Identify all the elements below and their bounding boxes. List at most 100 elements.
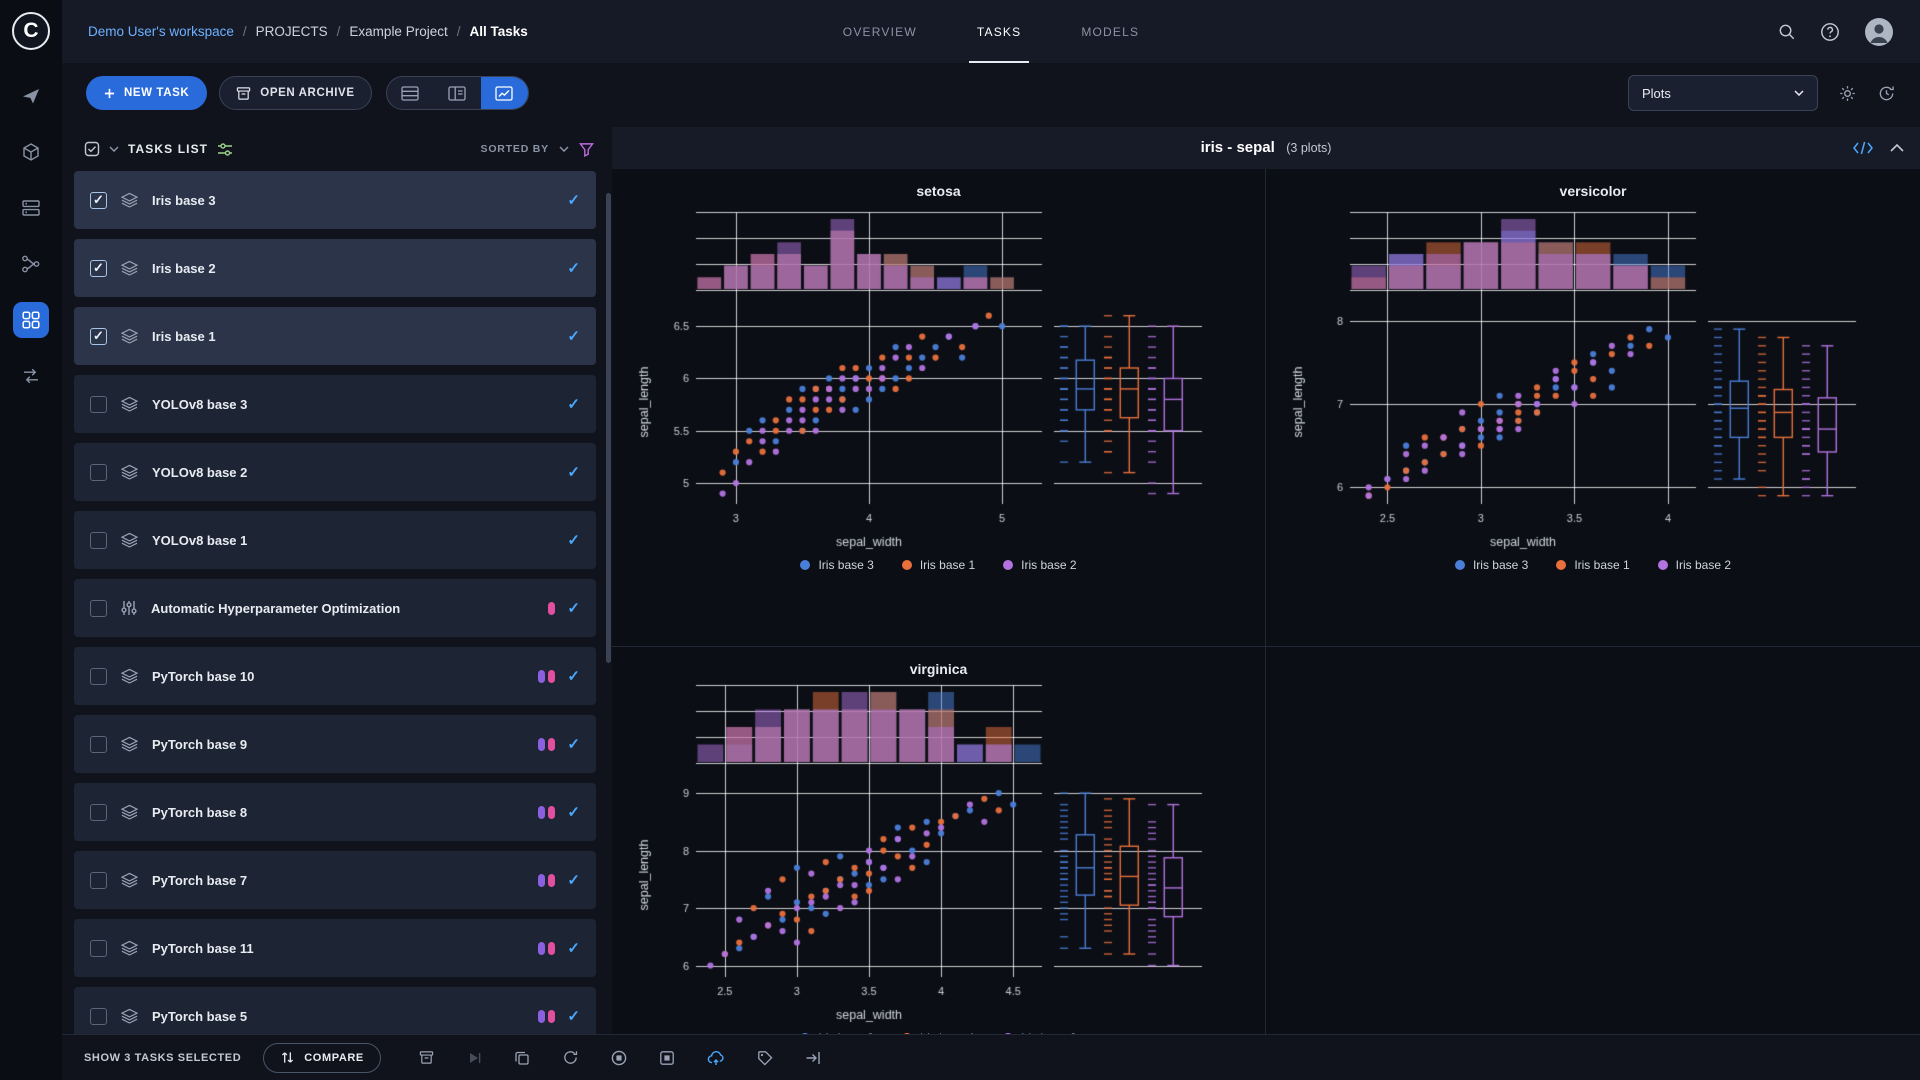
task-checkbox[interactable]: [90, 260, 107, 277]
task-checkbox[interactable]: [90, 668, 107, 685]
filter-settings-icon[interactable]: [217, 142, 233, 157]
legend-item[interactable]: Iris base 3: [800, 558, 873, 572]
avatar[interactable]: [1864, 17, 1894, 47]
move-to-project-icon[interactable]: [805, 1050, 821, 1066]
plot-canvas-versicolor[interactable]: [1288, 204, 1898, 556]
chart-view-button[interactable]: [481, 77, 528, 109]
task-row[interactable]: PyTorch base 7✓: [74, 851, 596, 909]
task-row[interactable]: PyTorch base 11✓: [74, 919, 596, 977]
tags-icon[interactable]: [757, 1050, 773, 1066]
breadcrumb-separator: /: [337, 24, 341, 39]
sidebar-item-orchestration[interactable]: [13, 358, 49, 394]
legend-label: Iris base 3: [1473, 558, 1528, 572]
sidebar-item-pipelines[interactable]: [13, 246, 49, 282]
tab-overview[interactable]: OVERVIEW: [813, 0, 947, 63]
search-icon[interactable]: [1777, 22, 1796, 41]
run-icon[interactable]: [466, 1050, 482, 1066]
plot-canvas-virginica[interactable]: [634, 677, 1244, 1029]
reset-icon[interactable]: [562, 1049, 579, 1066]
task-checkbox[interactable]: [90, 1008, 107, 1025]
abort-icon[interactable]: [611, 1050, 627, 1066]
legend-item[interactable]: Iris base 1: [1556, 558, 1629, 572]
view-toggle: [386, 76, 529, 110]
open-archive-button[interactable]: OPEN ARCHIVE: [219, 76, 371, 110]
experiment-icon: [121, 872, 138, 888]
breadcrumb-item[interactable]: Example Project: [349, 24, 447, 39]
experiment-icon: [121, 260, 138, 276]
nav-rail: C: [0, 0, 62, 1080]
legend-dot: [1658, 560, 1668, 570]
settings-gear-icon[interactable]: [1838, 84, 1857, 103]
task-checkbox[interactable]: [90, 600, 107, 617]
tag-dot-pink: [548, 874, 555, 887]
scrollbar[interactable]: [606, 193, 611, 663]
task-row[interactable]: Iris base 3✓: [74, 171, 596, 229]
clearml-logo[interactable]: C: [12, 12, 50, 50]
selected-count-label[interactable]: SHOW 3 TASKS SELECTED: [84, 1052, 241, 1064]
completed-status-icon: ✓: [567, 327, 580, 345]
legend-label: Iris base 1: [1574, 558, 1629, 572]
sidebar-item-launch[interactable]: [13, 78, 49, 114]
archive-icon[interactable]: [419, 1050, 434, 1065]
completed-status-icon: ✓: [567, 259, 580, 277]
legend-dot: [1556, 560, 1566, 570]
legend-item[interactable]: Iris base 3: [1455, 558, 1528, 572]
completed-status-icon: ✓: [567, 667, 580, 685]
chart-view-icon: [495, 86, 513, 101]
task-checkbox[interactable]: [90, 872, 107, 889]
legend-label: Iris base 1: [920, 558, 975, 572]
sidebar-item-datasets[interactable]: [13, 190, 49, 226]
auto-refresh-icon[interactable]: [1877, 84, 1896, 103]
applications-icon: [21, 310, 41, 330]
sidebar-item-projects[interactable]: [13, 134, 49, 170]
chevron-down-icon[interactable]: [109, 146, 119, 152]
task-checkbox[interactable]: [90, 396, 107, 413]
task-row[interactable]: PyTorch base 10✓: [74, 647, 596, 705]
breadcrumb: Demo User's workspace/PROJECTS/Example P…: [88, 24, 813, 39]
task-checkbox[interactable]: [90, 940, 107, 957]
task-row[interactable]: YOLOv8 base 3✓: [74, 375, 596, 433]
task-checkbox[interactable]: [90, 464, 107, 481]
breadcrumb-item[interactable]: Demo User's workspace: [88, 24, 234, 39]
task-name: YOLOv8 base 3: [152, 397, 247, 412]
legend-item[interactable]: Iris base 2: [1658, 558, 1731, 572]
publish-icon[interactable]: [707, 1050, 725, 1066]
task-row[interactable]: YOLOv8 base 2✓: [74, 443, 596, 501]
split-view-button[interactable]: [434, 77, 481, 109]
task-row[interactable]: PyTorch base 5✓: [74, 987, 596, 1034]
breadcrumb-item[interactable]: PROJECTS: [256, 24, 328, 39]
compare-button[interactable]: COMPARE: [263, 1043, 381, 1073]
task-checkbox[interactable]: [90, 736, 107, 753]
chevron-down-icon[interactable]: [559, 146, 569, 152]
task-checkbox[interactable]: [90, 192, 107, 209]
task-row[interactable]: Iris base 2✓: [74, 239, 596, 297]
tab-models[interactable]: MODELS: [1051, 0, 1169, 63]
task-row[interactable]: PyTorch base 8✓: [74, 783, 596, 841]
plot-canvas-setosa[interactable]: [634, 204, 1244, 556]
collapse-icon[interactable]: [1890, 144, 1904, 152]
plots-dropdown[interactable]: Plots: [1628, 75, 1818, 111]
tab-tasks[interactable]: TASKS: [947, 0, 1051, 63]
task-name: Iris base 1: [152, 329, 216, 344]
legend-item[interactable]: Iris base 1: [902, 558, 975, 572]
task-checkbox[interactable]: [90, 532, 107, 549]
task-row[interactable]: YOLOv8 base 1✓: [74, 511, 596, 569]
task-checkbox[interactable]: [90, 804, 107, 821]
task-checkbox[interactable]: [90, 328, 107, 345]
legend-item[interactable]: Iris base 2: [1003, 558, 1076, 572]
sidebar-item-applications[interactable]: [13, 302, 49, 338]
task-row[interactable]: PyTorch base 9✓: [74, 715, 596, 773]
task-name: PyTorch base 7: [152, 873, 247, 888]
task-row[interactable]: Iris base 1 ✓: [74, 307, 596, 365]
filter-funnel-icon[interactable]: [579, 142, 594, 157]
table-view-button[interactable]: [387, 77, 434, 109]
select-all-checkbox[interactable]: [84, 141, 100, 157]
sorted-by-label[interactable]: SORTED BY: [481, 143, 549, 155]
task-row[interactable]: Automatic Hyperparameter Optimization✓: [74, 579, 596, 637]
clone-icon[interactable]: [514, 1050, 530, 1066]
plot-title: setosa: [916, 183, 960, 204]
new-task-button[interactable]: NEW TASK: [86, 76, 207, 110]
embed-code-icon[interactable]: [1852, 141, 1874, 155]
help-icon[interactable]: [1820, 22, 1840, 42]
abort-children-icon[interactable]: [659, 1050, 675, 1066]
